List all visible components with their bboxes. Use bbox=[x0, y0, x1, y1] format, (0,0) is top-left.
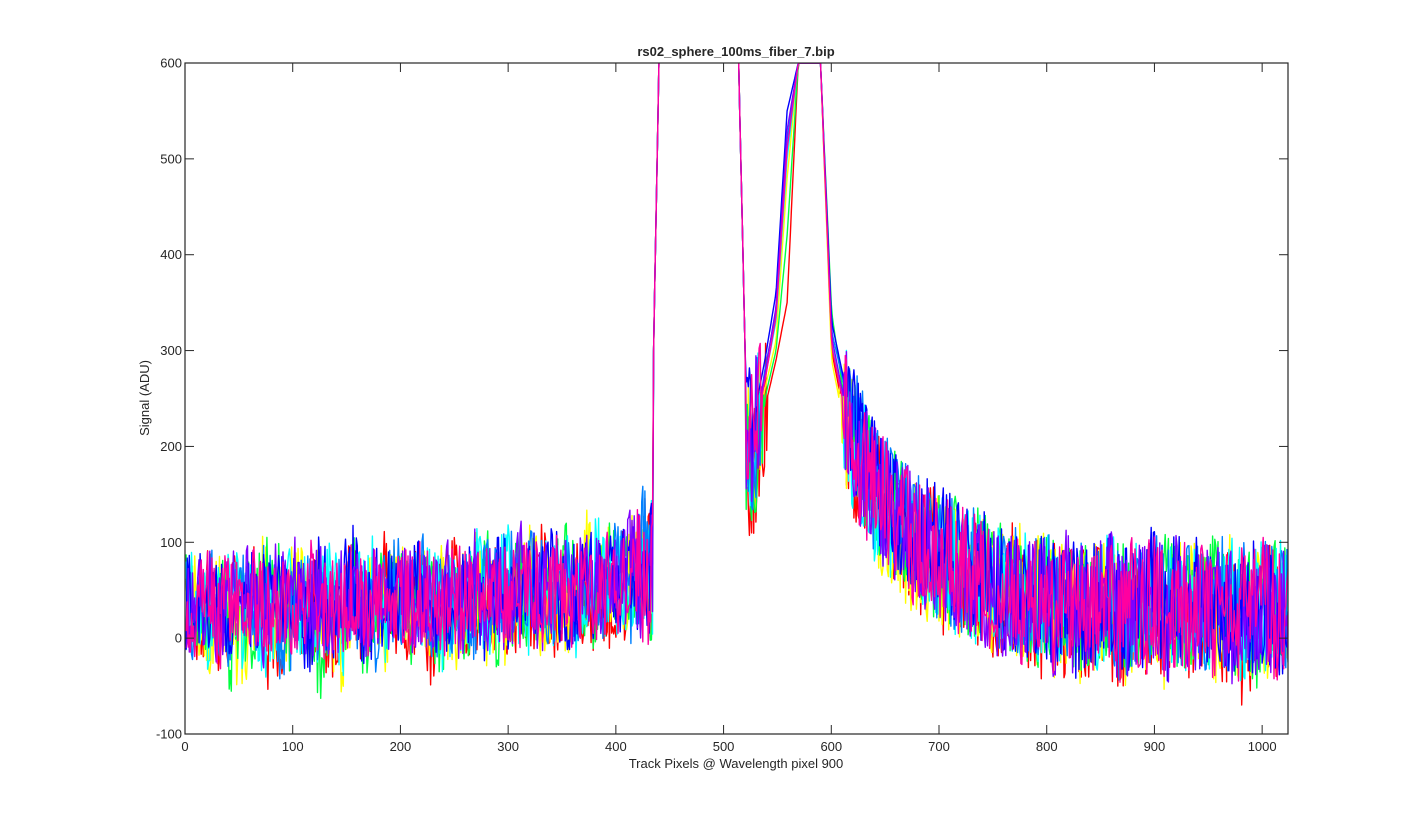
y-axis-label: Signal (ADU) bbox=[137, 360, 152, 436]
x-tick-label: 600 bbox=[820, 739, 842, 754]
y-tick-label: 400 bbox=[160, 247, 182, 262]
y-tick-label: 0 bbox=[175, 631, 182, 646]
y-tick-label: 200 bbox=[160, 439, 182, 454]
x-tick-label: 700 bbox=[928, 739, 950, 754]
chart-figure: 0 100 200 300 400 500 600 700 800 900 1000 -100010… bbox=[137, 44, 1289, 771]
y-tick-label: 100 bbox=[160, 535, 182, 550]
x-axis-label: Track Pixels @ Wavelength pixel 900 bbox=[629, 756, 844, 771]
x-tick-label: 300 bbox=[497, 739, 519, 754]
x-tick-label: 900 bbox=[1144, 739, 1166, 754]
y-tick-label: 600 bbox=[160, 56, 182, 71]
series-layer bbox=[185, 63, 1288, 706]
x-tick-label: 100 bbox=[282, 739, 304, 754]
series-line-8 bbox=[185, 63, 1288, 683]
x-tick-label: 1000 bbox=[1248, 739, 1277, 754]
y-tick-label: 300 bbox=[160, 343, 182, 358]
y-tick-label: 500 bbox=[160, 151, 182, 166]
plot-area: 0 100 200 300 400 500 600 700 800 900 1000 -100010… bbox=[156, 56, 1289, 754]
x-tick-label: 400 bbox=[605, 739, 627, 754]
chart-title: rs02_sphere_100ms_fiber_7.bip bbox=[637, 44, 834, 59]
x-tick-label: 500 bbox=[713, 739, 735, 754]
x-tick-label: 200 bbox=[390, 739, 412, 754]
x-tick-label: 0 bbox=[181, 739, 188, 754]
x-tick-label: 800 bbox=[1036, 739, 1058, 754]
y-tick-label: -100 bbox=[156, 727, 182, 742]
